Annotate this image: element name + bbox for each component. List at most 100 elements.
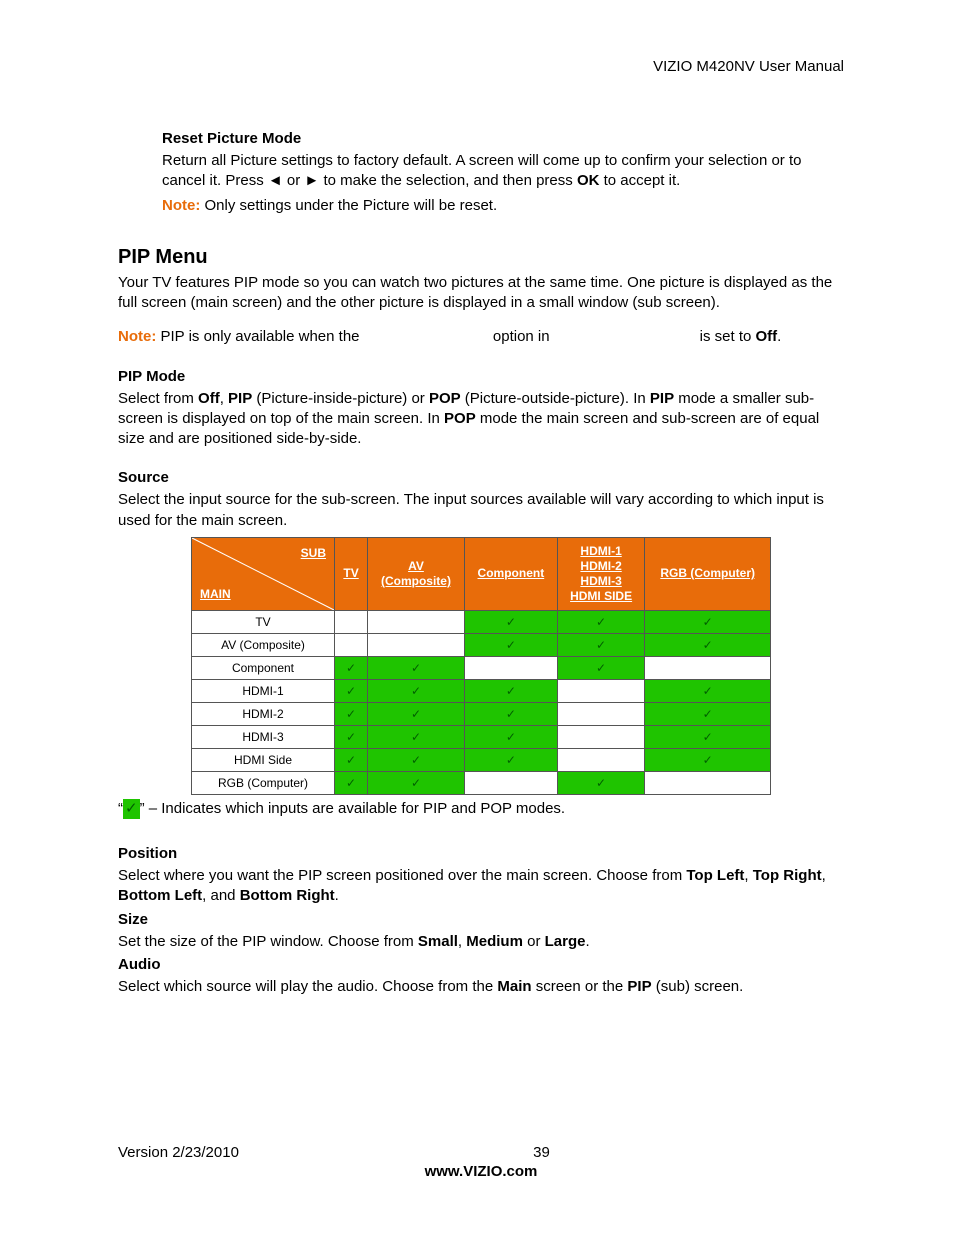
available-cell: ✓ (368, 725, 465, 748)
option-main: Main (497, 978, 531, 995)
table-column-header: HDMI-1HDMI-2HDMI-3HDMI SIDE (557, 537, 645, 610)
row-label: HDMI-2 (192, 702, 335, 725)
unavailable-cell (464, 656, 557, 679)
text: screen or the (532, 978, 628, 995)
available-cell: ✓ (645, 679, 771, 702)
source-heading: Source (118, 469, 844, 486)
arrow-left-icon: ◄ (268, 172, 283, 189)
available-cell: ✓ (645, 702, 771, 725)
check-icon: ✓ (123, 799, 140, 819)
text: Select from (118, 390, 198, 407)
available-cell: ✓ (557, 656, 645, 679)
source-intro: Select the input source for the sub-scre… (118, 490, 844, 531)
option-bottom-left: Bottom Left (118, 887, 202, 904)
unavailable-cell (464, 771, 557, 794)
available-cell: ✓ (335, 656, 368, 679)
available-cell: ✓ (645, 610, 771, 633)
available-cell: ✓ (368, 679, 465, 702)
option-bottom-right: Bottom Right (240, 887, 335, 904)
check-icon: ✓ (596, 776, 606, 790)
option-medium: Medium (466, 933, 523, 950)
option-top-left: Top Left (686, 867, 744, 884)
text: (Picture-inside-picture) or (252, 390, 429, 407)
text: . (777, 328, 781, 345)
page-content: Reset Picture Mode Return all Picture se… (118, 130, 844, 997)
check-icon: ✓ (411, 661, 421, 675)
available-cell: ✓ (464, 748, 557, 771)
note-text: Only settings under the Picture will be … (200, 197, 497, 214)
check-icon: ✓ (346, 684, 356, 698)
table-row: TV✓✓✓ (192, 610, 771, 633)
text: . (585, 933, 589, 950)
off-label: Off (198, 390, 220, 407)
check-icon: ✓ (506, 684, 516, 698)
check-icon: ✓ (346, 730, 356, 744)
table-row: Component✓✓✓ (192, 656, 771, 679)
size-body: Set the size of the PIP window. Choose f… (118, 932, 844, 952)
row-label: HDMI-3 (192, 725, 335, 748)
option-pip: PIP (627, 978, 651, 995)
table-row: AV (Composite)✓✓✓ (192, 633, 771, 656)
text: (sub) screen. (652, 978, 744, 995)
text: Set the size of the PIP window. Choose f… (118, 933, 418, 950)
available-cell: ✓ (464, 633, 557, 656)
table-column-header: TV (335, 537, 368, 610)
text: , (822, 867, 826, 884)
text: to make the selection, and then press (319, 172, 577, 189)
text: . (335, 887, 339, 904)
table-column-header: RGB (Computer) (645, 537, 771, 610)
text: , (220, 390, 228, 407)
unavailable-cell (557, 725, 645, 748)
unavailable-cell (557, 679, 645, 702)
text: option in (489, 328, 554, 345)
row-label: RGB (Computer) (192, 771, 335, 794)
column-label: HDMI-1HDMI-2HDMI-3HDMI SIDE (570, 544, 632, 604)
available-cell: ✓ (368, 656, 465, 679)
text: Select where you want the PIP screen pos… (118, 867, 686, 884)
check-icon: ✓ (596, 661, 606, 675)
pop-label: POP (429, 390, 461, 407)
note-label: Note: (118, 328, 156, 345)
unavailable-cell (645, 656, 771, 679)
available-cell: ✓ (464, 725, 557, 748)
unavailable-cell (368, 633, 465, 656)
position-heading: Position (118, 845, 844, 862)
check-icon: ✓ (596, 615, 606, 629)
available-cell: ✓ (335, 748, 368, 771)
available-cell: ✓ (335, 679, 368, 702)
available-cell: ✓ (464, 679, 557, 702)
ok-label: OK (577, 172, 600, 189)
note-label: Note: (162, 197, 200, 214)
option-large: Large (545, 933, 586, 950)
unavailable-cell (335, 610, 368, 633)
available-cell: ✓ (645, 725, 771, 748)
check-icon: ✓ (346, 707, 356, 721)
check-icon: ✓ (411, 707, 421, 721)
column-label: TV (343, 566, 358, 581)
available-cell: ✓ (645, 748, 771, 771)
table-corner-cell: SUB MAIN (192, 537, 335, 610)
unavailable-cell (335, 633, 368, 656)
check-icon: ✓ (596, 638, 606, 652)
audio-body: Select which source will play the audio.… (118, 977, 844, 997)
available-cell: ✓ (368, 748, 465, 771)
unavailable-cell (557, 702, 645, 725)
pip-menu-heading: PIP Menu (118, 246, 844, 269)
text: PIP is only available when the (156, 328, 363, 345)
text: , and (202, 887, 240, 904)
available-cell: ✓ (645, 633, 771, 656)
website-url: www.VIZIO.com (118, 1163, 844, 1180)
size-heading: Size (118, 911, 844, 928)
check-icon: ✓ (411, 753, 421, 767)
table-row: HDMI-3 ✓ ✓ ✓ ✓ (192, 725, 771, 748)
check-icon: ✓ (411, 684, 421, 698)
check-icon: ✓ (346, 753, 356, 767)
audio-heading: Audio (118, 956, 844, 973)
available-cell: ✓ (557, 771, 645, 794)
position-body: Select where you want the PIP screen pos… (118, 866, 844, 907)
main-label: MAIN (200, 587, 231, 602)
check-icon: ✓ (411, 730, 421, 744)
table-row: HDMI-2✓✓✓✓ (192, 702, 771, 725)
available-cell: ✓ (335, 771, 368, 794)
check-icon: ✓ (703, 615, 713, 629)
